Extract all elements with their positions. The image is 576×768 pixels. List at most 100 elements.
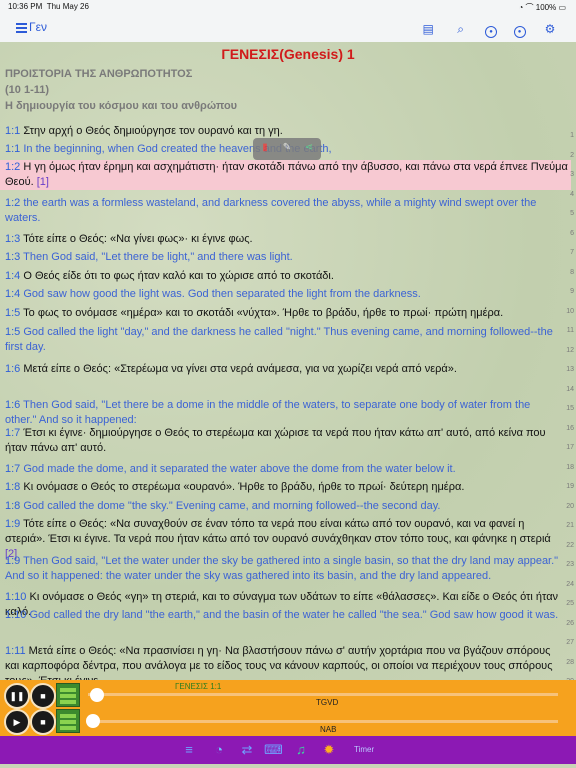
verse-row[interactable]: 1:11 Μετά είπε ο Θεός: «Να πρασινίσει η … xyxy=(5,644,561,680)
line-number: 12 xyxy=(566,346,574,354)
layers-icon-2[interactable] xyxy=(56,709,80,733)
verse-text: God called the dry land "the earth," and… xyxy=(29,609,559,621)
track-slider-2[interactable] xyxy=(88,720,558,723)
timer-label[interactable]: Timer xyxy=(354,745,374,754)
line-number: 14 xyxy=(566,385,574,393)
previous-chapter-icon[interactable]: ● xyxy=(485,26,498,38)
line-number: 28 xyxy=(566,658,574,666)
verse-number[interactable]: 1:6 xyxy=(5,399,20,411)
line-number: 15 xyxy=(566,405,574,412)
verse-number[interactable]: 1:8 xyxy=(5,500,20,512)
chapter-text-area[interactable]: ΓΕΝΕΣΙΣ(Genesis) 1 ΠΡΟΙΣΤΟΡΙΑ ΤΗΣ ΑΝΘΡΩΠ… xyxy=(0,42,576,680)
nav-icons: ▤ ⌕ ● ● ⚙ xyxy=(408,20,558,38)
verse-row[interactable]: 1:4 God saw how good the light was. God … xyxy=(5,287,561,302)
verse-row[interactable]: 1:6 Μετά είπε ο Θεός: «Στερέωμα να γίνει… xyxy=(5,362,561,377)
play-button-2[interactable]: ▶ xyxy=(4,709,30,735)
verse-number[interactable]: 1:1 xyxy=(5,143,20,155)
next-chapter-icon[interactable]: ● xyxy=(513,26,526,38)
verse-row[interactable]: 1:9 Then God said, "Let the water under … xyxy=(5,554,561,584)
verse-number[interactable]: 1:3 xyxy=(5,233,20,245)
line-number: 11 xyxy=(566,327,574,334)
pause-button-1[interactable]: ❚❚ xyxy=(4,683,30,709)
verse-number[interactable]: 1:11 xyxy=(5,645,26,657)
line-number: 27 xyxy=(566,639,574,646)
line-number: 23 xyxy=(566,561,574,568)
line-number: 26 xyxy=(566,619,574,627)
verse-row[interactable]: 1:5 Το φως το ονόμασε «ημέρα» και το σκο… xyxy=(5,306,561,321)
track-slider-1[interactable] xyxy=(88,693,558,696)
verse-row[interactable]: 1:8 Κι ονόμασε ο Θεός το στερέωμα «ουραν… xyxy=(5,480,561,495)
verse-row[interactable]: 1:3 Then God said, "Let there be light,"… xyxy=(5,250,561,265)
footnote-link[interactable]: [1] xyxy=(37,176,49,188)
player-book-label: ΓΕΝΕΣΙΣ 1:1 xyxy=(175,682,222,691)
line-number: 16 xyxy=(566,424,574,432)
music-icon[interactable]: ♫ xyxy=(292,741,310,759)
verse-number[interactable]: 1:10 xyxy=(5,591,26,603)
line-number: 1 xyxy=(570,132,574,139)
layers-icon-1[interactable] xyxy=(56,683,80,707)
book-icon[interactable]: ▤ xyxy=(420,21,436,37)
verse-text: Then God said, "Let there be light," and… xyxy=(23,251,293,263)
book-menu-label: Γεν xyxy=(29,20,47,34)
verse-row[interactable]: 1:7 Έτσι κι έγινε· δημιούργησε ο Θεός το… xyxy=(5,426,561,456)
settings-icon[interactable]: ⚙ xyxy=(542,21,558,37)
verse-number[interactable]: 1:4 xyxy=(5,270,20,282)
verse-number[interactable]: 1:6 xyxy=(5,363,20,375)
verse-row[interactable]: 1:6 Then God said, "Let there be a dome … xyxy=(5,398,561,428)
verse-number[interactable]: 1:5 xyxy=(5,326,20,338)
line-number: 8 xyxy=(570,268,574,276)
verse-text: Then God said, "Let the water under the … xyxy=(5,555,559,582)
status-bar: 10:36 PM Thu May 26 ◔ ⌒ 100% ▭ xyxy=(0,0,576,14)
slider-knob-1[interactable] xyxy=(90,688,104,702)
search-icon[interactable]: ⌕ xyxy=(453,21,469,37)
verse-row[interactable]: 1:10 God called the dry land "the earth,… xyxy=(5,608,561,623)
line-number: 20 xyxy=(566,502,574,510)
status-time-date: 10:36 PM Thu May 26 xyxy=(8,2,89,11)
verse-number[interactable]: 1:10 xyxy=(5,609,26,621)
verse-text: Μετά είπε ο Θεός: «Στερέωμα να γίνει στα… xyxy=(23,363,457,375)
verse-number[interactable]: 1:2 xyxy=(5,161,21,173)
list-icon[interactable]: ≡ xyxy=(180,741,198,759)
verse-number[interactable]: 1:1 xyxy=(5,125,20,137)
verse-number[interactable]: 1:7 xyxy=(5,427,20,439)
verse-text: the earth was a formless wasteland, and … xyxy=(5,197,537,224)
speedometer-icon[interactable]: ◔ xyxy=(206,741,232,759)
verse-number[interactable]: 1:4 xyxy=(5,288,20,300)
verse-text: God called the light "day," and the dark… xyxy=(5,326,553,353)
verse-number[interactable]: 1:8 xyxy=(5,481,20,493)
bookmark-icon[interactable]: ▮ xyxy=(259,142,271,154)
verse-text: Έτσι κι έγινε· δημιούργησε ο Θεός το στε… xyxy=(5,427,546,454)
book-menu-button[interactable]: Γεν xyxy=(16,20,47,35)
verse-number[interactable]: 1:9 xyxy=(5,518,20,530)
verse-row[interactable]: 1:5 God called the light "day," and the … xyxy=(5,325,561,355)
verse-row[interactable]: 1:2 Η γη όμως ήταν έρημη και ασχημάτιστη… xyxy=(0,160,571,190)
verse-number[interactable]: 1:5 xyxy=(5,307,20,319)
verse-row[interactable]: 1:2 the earth was a formless wasteland, … xyxy=(5,196,561,226)
edit-note-icon[interactable]: ✎ xyxy=(281,142,293,154)
line-number: 9 xyxy=(570,288,574,295)
share-icon[interactable]: ⋖ xyxy=(303,142,315,154)
verse-text: God made the dome, and it separated the … xyxy=(23,463,456,475)
section-heading: ΠΡΟΙΣΤΟΡΙΑ ΤΗΣ ΑΝΘΡΩΠΟΤΗΤΟΣ xyxy=(5,68,193,80)
verse-row[interactable]: 1:8 God called the dome "the sky." Eveni… xyxy=(5,499,561,514)
keyboard-icon[interactable]: ⌨ xyxy=(264,741,283,759)
line-number: 4 xyxy=(570,190,574,198)
line-number: 2 xyxy=(570,151,574,159)
verse-row[interactable]: 1:4 Ο Θεός είδε ότι το φως ήταν καλό και… xyxy=(5,269,561,284)
line-number: 5 xyxy=(570,210,574,217)
verse-row[interactable]: 1:3 Τότε είπε ο Θεός: «Να γίνει φως»· κι… xyxy=(5,232,561,247)
stop-button-2[interactable]: ■ xyxy=(30,709,56,735)
verse-number[interactable]: 1:9 xyxy=(5,555,20,567)
stop-button-1[interactable]: ■ xyxy=(30,683,56,709)
verse-number[interactable]: 1:7 xyxy=(5,463,20,475)
verse-row[interactable]: 1:1 Στην αρχή ο Θεός δημιούργησε τον ουρ… xyxy=(5,124,561,139)
line-number: 21 xyxy=(566,522,574,529)
section-range: (10 1-11) xyxy=(5,84,50,96)
slider-knob-2[interactable] xyxy=(86,714,100,728)
line-number: 10 xyxy=(566,307,574,315)
verse-number[interactable]: 1:2 xyxy=(5,197,20,209)
settings-gear-icon[interactable]: ✹ xyxy=(320,741,338,759)
repeat-icon[interactable]: ⇄ xyxy=(238,741,256,759)
verse-number[interactable]: 1:3 xyxy=(5,251,20,263)
verse-row[interactable]: 1:7 God made the dome, and it separated … xyxy=(5,462,561,477)
